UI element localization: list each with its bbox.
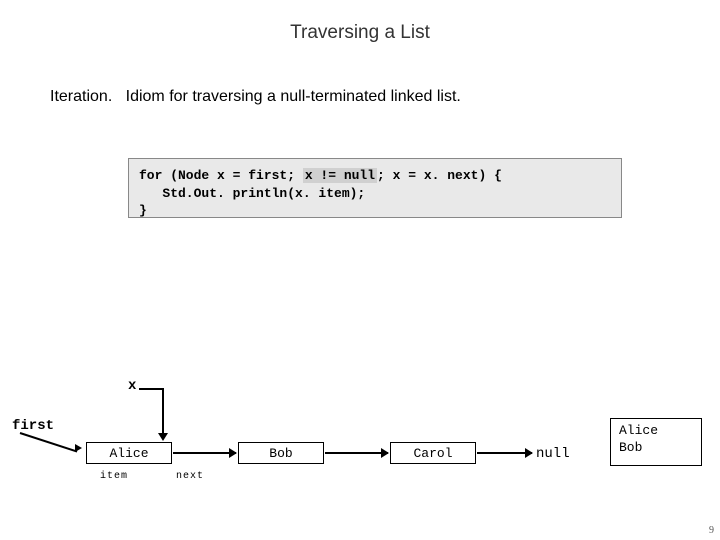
node-1: Alice (86, 442, 172, 464)
slide-title: Traversing a List (0, 22, 720, 44)
node-3: Carol (390, 442, 476, 464)
code-l1c: ; x = x. next) { (377, 168, 502, 183)
code-l1a: for (Node x = first; (139, 168, 303, 183)
next-label: next (176, 471, 204, 482)
code-l3: } (139, 203, 147, 218)
arrow-2 (325, 452, 388, 454)
arrow-1 (173, 452, 236, 454)
subtitle: Iteration. Idiom for traversing a null-t… (50, 88, 461, 106)
output-line-2: Bob (619, 440, 693, 457)
output-box: Alice Bob (610, 418, 702, 466)
subtitle-rest: Idiom for traversing a null-terminated l… (126, 88, 461, 105)
output-line-1: Alice (619, 423, 693, 440)
pointer-first-line (20, 432, 78, 452)
pointer-x-label: x (128, 378, 136, 394)
code-block: for (Node x = first; x != null; x = x. n… (128, 158, 622, 218)
node-2: Bob (238, 442, 324, 464)
page-number: 9 (709, 525, 714, 536)
item-label: item (100, 471, 128, 482)
null-label: null (536, 446, 570, 462)
pointer-first-arrowhead (75, 444, 82, 452)
pointer-first-label: first (12, 418, 54, 434)
pointer-x-line-h (139, 388, 163, 390)
subtitle-lead: Iteration. (50, 88, 112, 105)
code-l2: Std.Out. println(x. item); (139, 186, 365, 201)
arrow-3 (477, 452, 532, 454)
code-l1b-highlight: x != null (303, 168, 377, 183)
pointer-x-arrowhead (158, 433, 168, 441)
pointer-x-line-v (162, 388, 164, 435)
